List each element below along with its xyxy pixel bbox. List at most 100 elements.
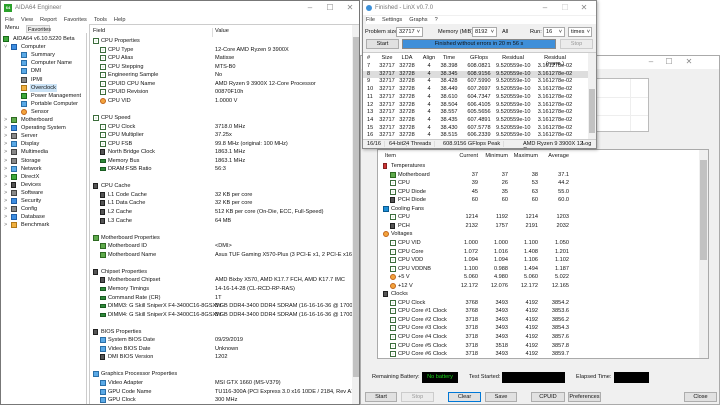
column-header-align[interactable]: Align bbox=[421, 55, 437, 61]
detail-row[interactable]: CPU Alias Matisse bbox=[90, 54, 352, 63]
detail-row[interactable]: CPU Clock 3718.0 MHz bbox=[90, 123, 352, 132]
result-row[interactable]: 10 32717 32728 4 38.449 607.2697 9.520559e-10 3… bbox=[363, 86, 588, 94]
detail-row[interactable]: Motherboard Name Asus TUF Gaming X570-Plu… bbox=[90, 251, 359, 260]
sensor-scrollbar[interactable] bbox=[699, 150, 708, 358]
result-row[interactable]: 13 32717 32728 4 38.557 605.5656 9.520559e-10 3… bbox=[363, 109, 588, 117]
log-button[interactable]: Log › bbox=[582, 141, 596, 148]
result-row[interactable]: 9 32717 32728 4 38.428 607.5990 9.520559e-10 3.… bbox=[363, 78, 588, 86]
menu-view[interactable]: View bbox=[21, 17, 33, 23]
detail-row[interactable]: DMI BIOS Version 1202 bbox=[90, 353, 352, 362]
result-row[interactable]: 15 32717 32728 4 38.430 607.5778 9.520559e-10 3… bbox=[363, 125, 588, 133]
result-row[interactable]: 8 32717 32728 4 38.345 608.9156 9.520559e-10 3.… bbox=[363, 70, 588, 79]
column-header-average[interactable]: Average bbox=[539, 153, 569, 159]
cpuid-button[interactable]: CPUID bbox=[531, 392, 565, 402]
sensor-row[interactable]: CPU 39 26 53 44.2 bbox=[378, 179, 700, 188]
detail-row[interactable]: System BIOS Date 09/29/2019 bbox=[90, 336, 352, 345]
column-header-field[interactable]: Field bbox=[93, 28, 213, 37]
detail-row[interactable]: Motherboard Chipset AMD Bixby X570, AMD K… bbox=[90, 276, 352, 285]
linx-start-button[interactable]: Start bbox=[366, 39, 399, 49]
save-button[interactable]: Save bbox=[485, 392, 517, 402]
detail-row[interactable]: Memory Bus 1863.1 MHz bbox=[90, 157, 352, 166]
sensor-row[interactable]: +5 V 5.060 4.980 5.060 5.022 bbox=[378, 273, 700, 282]
sensor-row[interactable]: CPU VID 1.000 1.000 1.100 1.050 bbox=[378, 239, 700, 248]
sensor-row[interactable]: Motherboard 37 37 38 37.1 bbox=[378, 171, 700, 180]
menu-help[interactable]: ? bbox=[435, 17, 438, 23]
tab-favorites[interactable]: Favorites bbox=[26, 25, 51, 33]
column-header-size[interactable]: Size bbox=[376, 55, 398, 61]
close-icon[interactable]: ✕ bbox=[343, 3, 357, 12]
sensor-row[interactable]: +12 V 12.172 12.076 12.172 12.165 bbox=[378, 282, 700, 291]
detail-row[interactable]: Memory Timings 14-16-14-28 (CL-RCD-RP-RAS… bbox=[90, 285, 352, 294]
sensor-row[interactable]: CPU VDD 1.094 1.094 1.106 1.102 bbox=[378, 256, 700, 265]
detail-row[interactable]: CPU Type 12-Core AMD Ryzen 9 3900X bbox=[90, 46, 352, 55]
detail-row[interactable]: Video Adapter MSI GTX 1660 (MS-V379) bbox=[90, 379, 352, 388]
tab-menu[interactable]: Menu bbox=[3, 24, 25, 33]
sensor-row[interactable]: CPU Core #5 Clock 3718 3518 4192 3857.8 bbox=[378, 342, 700, 351]
sensor-row[interactable]: CPU Diode 45 35 63 55.0 bbox=[378, 188, 700, 197]
stop-button[interactable]: Stop bbox=[401, 392, 434, 402]
maximize-icon[interactable]: ☐ bbox=[558, 3, 572, 12]
sensor-row[interactable]: CPU Core #3 Clock 3718 3493 4192 3854.3 bbox=[378, 324, 700, 333]
detail-row[interactable]: CPU FSB 99.8 MHz (original: 100 MHz) bbox=[90, 140, 352, 149]
column-header-gflops[interactable]: GFlops bbox=[466, 55, 492, 61]
all-button[interactable]: All bbox=[502, 29, 508, 35]
menu-file[interactable]: File bbox=[5, 17, 14, 23]
maximize-icon[interactable]: ☐ bbox=[323, 3, 337, 12]
clear-button[interactable]: Clear bbox=[448, 392, 481, 402]
menu-settings[interactable]: Settings bbox=[382, 17, 402, 23]
memory-select[interactable]: 8192 ˅ bbox=[472, 27, 497, 37]
column-header-minimum[interactable]: Minimum bbox=[478, 153, 508, 159]
column-header-value[interactable]: Value bbox=[215, 28, 229, 37]
detail-row[interactable]: L1 Data Cache 32 KB per core bbox=[90, 199, 352, 208]
linx-stop-button[interactable]: Stop bbox=[560, 39, 593, 49]
column-header-maximum[interactable]: Maximum bbox=[508, 153, 538, 159]
detail-row[interactable]: Command Rate (CR) 1T bbox=[90, 294, 352, 303]
menu-file[interactable]: File bbox=[366, 17, 375, 23]
problem-size-select[interactable]: 32717 ˅ bbox=[396, 27, 423, 37]
chevron-right-icon[interactable]: > bbox=[4, 221, 7, 230]
detail-row[interactable]: Engineering Sample No bbox=[90, 71, 352, 80]
result-row[interactable]: 12 32717 32728 4 38.504 606.4105 9.520559e-10 3… bbox=[363, 102, 588, 110]
menu-tools[interactable]: Tools bbox=[94, 17, 107, 23]
maximize-icon[interactable]: ☐ bbox=[662, 57, 676, 66]
detail-row[interactable]: L1 Code Cache 32 KB per core bbox=[90, 191, 352, 200]
details-scrollbar[interactable] bbox=[352, 25, 359, 404]
minimize-icon[interactable]: – bbox=[538, 3, 552, 12]
result-row[interactable]: 11 32717 32728 4 38.610 604.7347 9.520559e-10 3… bbox=[363, 94, 588, 102]
menu-favorites[interactable]: Favorites bbox=[64, 17, 87, 23]
minimize-icon[interactable]: – bbox=[644, 57, 658, 66]
column-header-item[interactable]: Item bbox=[385, 153, 396, 159]
sensor-row[interactable]: CPU Core #4 Clock 3718 3493 4192 3857.6 bbox=[378, 333, 700, 342]
result-row[interactable]: 7 32717 32728 4 38.398 608.0821 9.520559e-10 3.… bbox=[363, 63, 588, 71]
sensor-row[interactable]: CPU Clock 3768 3493 4192 3854.2 bbox=[378, 299, 700, 308]
start-button[interactable]: Start bbox=[365, 392, 397, 402]
detail-row[interactable]: CPUID Revision 00870F10h bbox=[90, 88, 352, 97]
sensor-row[interactable]: CPU Core #6 Clock 3718 3493 4192 3859.7 bbox=[378, 350, 700, 359]
menu-help[interactable]: Help bbox=[114, 17, 126, 23]
detail-row[interactable]: DRAM:FSB Ratio 56:3 bbox=[90, 165, 352, 174]
result-row[interactable]: 14 32717 32728 4 38.435 607.4891 9.520559e-10 3… bbox=[363, 117, 588, 125]
minimize-icon[interactable]: – bbox=[303, 3, 317, 12]
detail-row[interactable]: CPU Stepping MTS-B0 bbox=[90, 63, 352, 72]
column-header-current[interactable]: Current bbox=[448, 153, 478, 159]
detail-row[interactable]: Video BIOS Date Unknown bbox=[90, 345, 352, 354]
detail-row[interactable]: GPU Code Name TU116-300A (PCI Express 3.0… bbox=[90, 388, 356, 397]
detail-row[interactable]: L3 Cache 64 MB bbox=[90, 217, 352, 226]
run-count-select[interactable]: 16 ˅ bbox=[543, 27, 565, 37]
results-scrollbar[interactable] bbox=[588, 53, 596, 140]
run-unit-select[interactable]: times ˅ bbox=[568, 27, 592, 37]
sensor-row[interactable]: CPU Core #2 Clock 3718 3493 4192 3856.2 bbox=[378, 316, 700, 325]
detail-row[interactable]: DIMM3: G Skill SniperX F4-3400C16-8GSXW 8… bbox=[90, 302, 359, 311]
close-button[interactable]: Close bbox=[684, 392, 717, 402]
detail-row[interactable]: CPUID CPU Name AMD Ryzen 9 3900X 12-Core … bbox=[90, 80, 352, 89]
detail-row[interactable]: CPU VID 1.0000 V bbox=[90, 97, 352, 106]
column-header-lda[interactable]: LDA bbox=[396, 55, 418, 61]
detail-row[interactable]: DIMM4: G Skill SniperX F4-3400C16-8GSXW 8… bbox=[90, 311, 359, 320]
detail-row[interactable]: CPU Multiplier 37.25x bbox=[90, 131, 352, 140]
menu-report[interactable]: Report bbox=[40, 17, 57, 23]
detail-row[interactable]: North Bridge Clock 1863.1 MHz bbox=[90, 148, 352, 157]
menu-graphs[interactable]: Graphs bbox=[409, 17, 427, 23]
sensor-row[interactable]: CPU Core 1.072 1.016 1.408 1.201 bbox=[378, 248, 700, 257]
column-header-[interactable]: # bbox=[367, 55, 375, 61]
sensor-row[interactable]: CPU Core #1 Clock 3768 3493 4192 3853.6 bbox=[378, 307, 700, 316]
